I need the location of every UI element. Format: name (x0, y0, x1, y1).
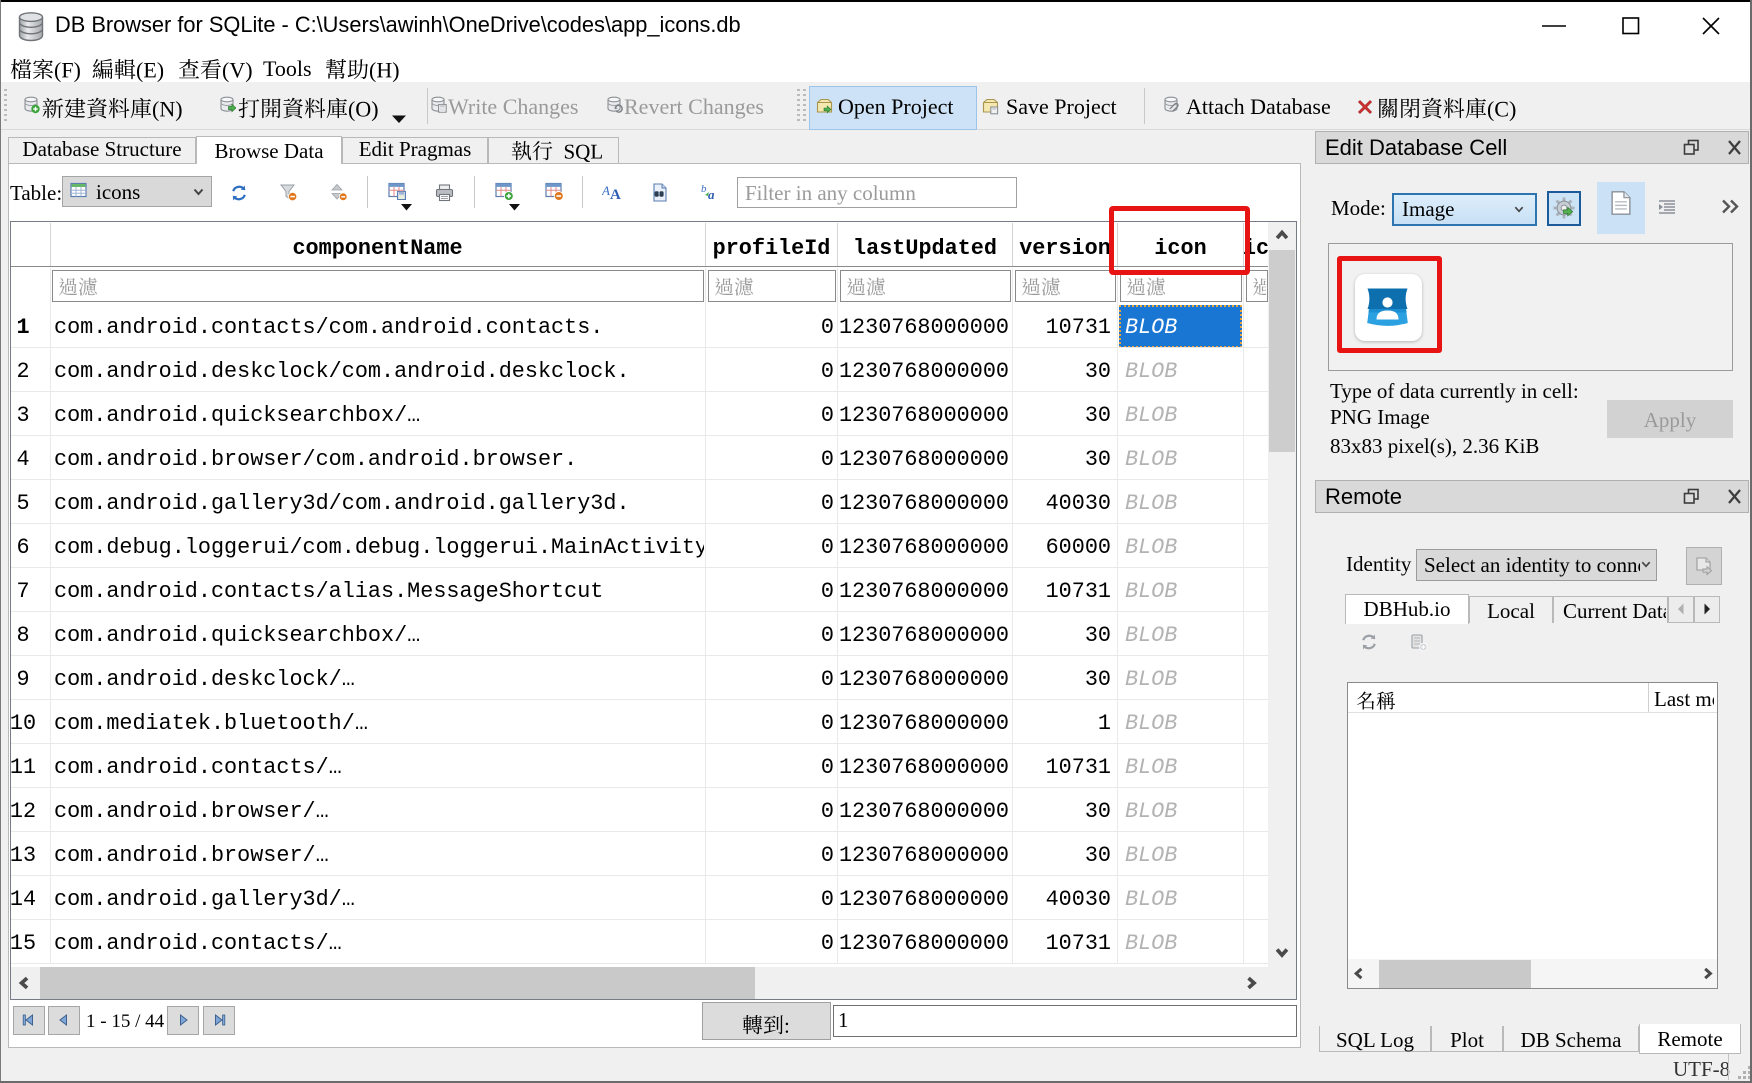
svg-text:A: A (610, 187, 621, 201)
svg-text:b: b (701, 183, 707, 195)
svg-text:A: A (602, 183, 610, 198)
svg-text:a: a (708, 187, 715, 201)
